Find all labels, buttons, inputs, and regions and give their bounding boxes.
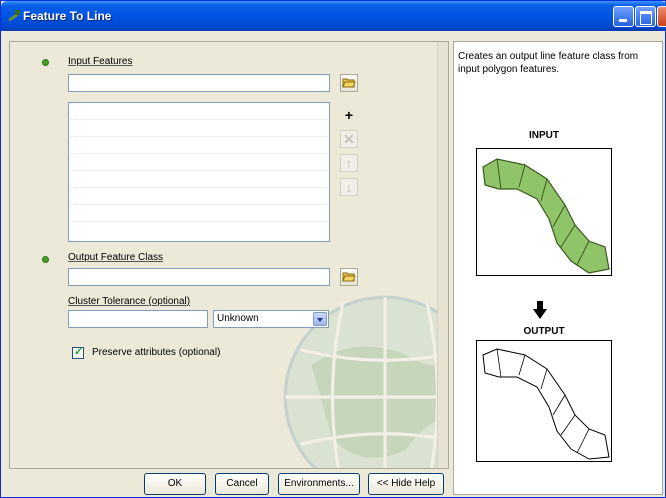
cancel-button[interactable]: Cancel [215,473,269,495]
output-illustration [476,340,612,462]
chevron-down-icon[interactable] [313,312,327,326]
input-image-label: INPUT [529,130,559,141]
ok-button[interactable]: OK [144,473,206,495]
preserve-attributes-checkbox[interactable] [72,345,84,359]
down-arrow-icon [533,301,547,319]
output-feature-class-label: Output Feature Class [68,252,164,263]
move-down-button[interactable]: ↓ [340,178,358,196]
help-pane: Creates an output line feature class fro… [453,41,663,495]
folder-open-icon [342,272,356,282]
parameters-pane: Input Features + ✕ ↑ ↓ Output Feature Cl… [9,41,449,469]
required-icon [42,59,49,66]
tool-dialog-window: Feature To Line Input Features + ✕ ↑ ↓ O… [0,0,666,498]
help-description: Creates an output line feature class fro… [458,51,639,75]
output-image-label: OUTPUT [523,326,565,337]
preserve-attributes-label: Preserve attributes (optional) [92,347,221,358]
minimize-button[interactable] [613,6,634,27]
arrow-down-icon: ↓ [345,179,353,195]
browse-input-button[interactable] [340,74,358,92]
x-icon: ✕ [343,131,355,147]
close-button[interactable] [657,6,666,27]
input-features-label: Input Features [68,56,133,67]
output-lines-illustration [482,348,610,460]
title-bar[interactable]: Feature To Line [1,1,666,31]
cluster-tolerance-label: Cluster Tolerance (optional) [68,296,191,307]
input-features-list[interactable] [68,102,330,242]
required-icon [42,256,49,263]
add-row-button[interactable]: + [340,106,358,124]
environments-button[interactable]: Environments... [278,473,360,495]
vertical-scrollbar[interactable] [437,42,448,468]
arrow-up-icon: ↑ [345,155,353,171]
input-illustration [476,148,612,276]
output-feature-class-input[interactable] [68,268,330,286]
input-polygons-illustration [482,158,610,274]
browse-output-button[interactable] [340,268,358,286]
linear-unit-value: Unknown [217,313,259,324]
remove-row-button[interactable]: ✕ [340,130,358,148]
hide-help-button[interactable]: << Hide Help [368,473,444,495]
linear-unit-dropdown[interactable]: Unknown [213,310,329,328]
move-up-button[interactable]: ↑ [340,154,358,172]
hammer-tool-icon [8,10,20,22]
folder-open-icon [342,78,356,88]
input-features-input[interactable] [68,74,330,92]
plus-icon: + [344,107,354,123]
cluster-tolerance-input[interactable] [68,310,208,328]
window-title: Feature To Line [23,9,112,23]
maximize-button[interactable] [635,6,656,27]
